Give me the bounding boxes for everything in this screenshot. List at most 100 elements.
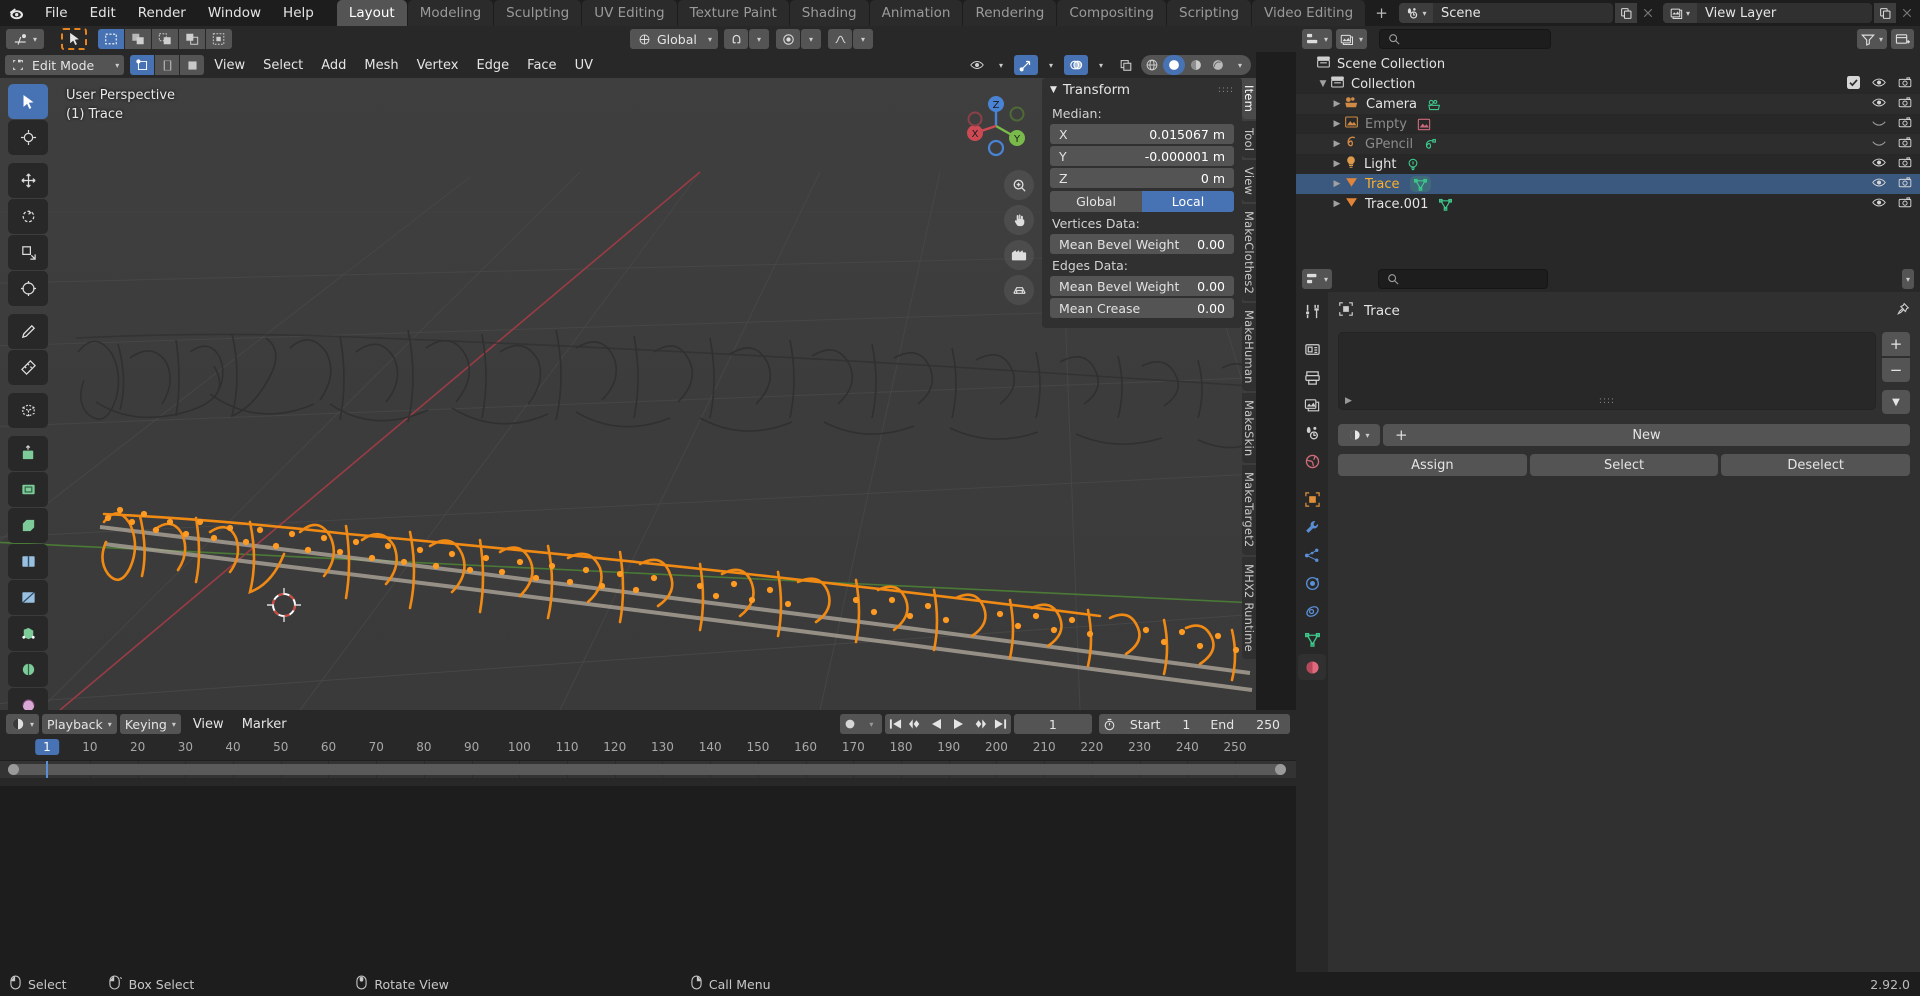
select-extend-icon[interactable]: [125, 29, 151, 49]
play-reverse-icon[interactable]: [927, 714, 948, 734]
delete-view-layer-button[interactable]: [1896, 3, 1918, 23]
jump-to-end-icon[interactable]: [990, 714, 1011, 734]
tool-measure[interactable]: [8, 350, 48, 385]
frame-start-field[interactable]: Start 1: [1120, 714, 1201, 734]
space-local-button[interactable]: Local: [1142, 191, 1234, 212]
select-subtract-icon[interactable]: [152, 29, 178, 49]
tool-inset-faces[interactable]: [8, 472, 48, 507]
timeline-keying-dropdown[interactable]: Keying ▾: [119, 714, 181, 734]
properties-editor[interactable]: ▾ ▾ Trace ▶:::: + − ▼ ▾ + New Assign Se…: [1296, 266, 1920, 972]
proportional-edit-icon[interactable]: [776, 29, 800, 49]
n-panel-tab-makeskin[interactable]: MakeSkin: [1242, 392, 1256, 464]
add-material-slot-button[interactable]: +: [1882, 332, 1910, 356]
browse-material-icon[interactable]: ▾: [1338, 424, 1380, 446]
properties-tab-material[interactable]: [1298, 654, 1326, 680]
scene-name[interactable]: Scene: [1433, 6, 1613, 21]
outliner-row-gpencil[interactable]: ▶ GPencil: [1296, 134, 1920, 154]
material-slot-list[interactable]: ▶ ::::: [1338, 332, 1876, 410]
outliner-row-empty[interactable]: ▶ Empty: [1296, 114, 1920, 134]
workspace-tab-shading[interactable]: Shading: [789, 0, 869, 26]
use-preview-range-icon[interactable]: [1099, 714, 1120, 734]
outliner-editor-type-dropdown[interactable]: ▾: [1302, 29, 1333, 49]
outliner-row-scene-collection[interactable]: Scene Collection: [1296, 54, 1920, 74]
material-preview-shading-icon[interactable]: [1185, 55, 1207, 75]
slot-list-expand-icon[interactable]: ▶: [1345, 396, 1352, 406]
properties-tab-particles[interactable]: [1298, 542, 1326, 568]
tool-spin[interactable]: [8, 652, 48, 687]
workspace-tab-texture-paint[interactable]: Texture Paint: [677, 0, 789, 26]
workspace-tab-modeling[interactable]: Modeling: [407, 0, 494, 26]
tool-add-cube[interactable]: [8, 393, 48, 428]
n-panel-header[interactable]: ▼ Transform ::::: [1042, 78, 1242, 102]
viewport-menu-add[interactable]: Add: [312, 55, 355, 75]
vertex-mean-bevel-weight-field[interactable]: Mean Bevel Weight 0.00: [1050, 234, 1234, 254]
outliner-display-mode-dropdown[interactable]: ▾: [1336, 29, 1368, 49]
jump-to-start-icon[interactable]: [885, 714, 906, 734]
disable-render-toggle[interactable]: [1898, 96, 1912, 113]
outliner-row-camera[interactable]: ▶ Camera: [1296, 94, 1920, 114]
expand-icon[interactable]: ▶: [1330, 99, 1344, 109]
snap-dropdown-icon[interactable]: ▾: [749, 29, 769, 49]
tool-bevel[interactable]: [8, 508, 48, 543]
timeline-menu-view[interactable]: View: [184, 714, 233, 734]
panel-drag-handle[interactable]: ::::: [1218, 85, 1234, 95]
mode-dropdown[interactable]: Edit Mode ▾: [5, 55, 125, 75]
toggle-orthographic-icon[interactable]: [1004, 275, 1034, 305]
select-intersect-icon[interactable]: [206, 29, 232, 49]
visibility-dropdown-icon[interactable]: ▾: [991, 55, 1011, 75]
pin-id-icon[interactable]: [1895, 302, 1910, 321]
move-view-icon[interactable]: [1004, 205, 1034, 235]
outliner-row-trace[interactable]: ▶ Trace: [1296, 174, 1920, 194]
snap-magnet-icon[interactable]: [724, 29, 748, 49]
disable-render-toggle[interactable]: [1898, 196, 1912, 213]
timeline-ruler[interactable]: 10 20 30 40 50 60 70 80 90 100 110 120 130 140 150 160 1…: [0, 738, 1296, 760]
overlays-dropdown-icon[interactable]: ▾: [1091, 55, 1111, 75]
menu-help[interactable]: Help: [272, 2, 325, 24]
timeline-track[interactable]: [0, 760, 1296, 778]
n-panel-tab-tool[interactable]: Tool: [1242, 120, 1256, 159]
viewport-menu-vertex[interactable]: Vertex: [408, 55, 468, 75]
workspace-tab-rendering[interactable]: Rendering: [963, 0, 1057, 26]
median-z-field[interactable]: Z 0 m: [1050, 168, 1234, 188]
workspace-tab-uv-editing[interactable]: UV Editing: [582, 0, 677, 26]
n-panel-tab-mhx2-runtime[interactable]: MHX2 Runtime: [1242, 556, 1256, 659]
properties-tab-world[interactable]: [1298, 448, 1326, 474]
hide-viewport-toggle[interactable]: [1872, 97, 1886, 112]
outliner-row-light[interactable]: ▶ Light: [1296, 154, 1920, 174]
solid-shading-icon[interactable]: [1163, 55, 1185, 75]
play-icon[interactable]: [948, 714, 969, 734]
shading-dropdown-icon[interactable]: ▾: [1229, 55, 1251, 75]
assign-material-button[interactable]: Assign: [1338, 454, 1527, 476]
edge-mean-crease-field[interactable]: Mean Crease 0.00: [1050, 298, 1234, 318]
deselect-material-button[interactable]: Deselect: [1721, 454, 1911, 476]
blender-logo-icon[interactable]: [0, 0, 34, 26]
workspace-tab-animation[interactable]: Animation: [869, 0, 963, 26]
select-invert-icon[interactable]: [179, 29, 205, 49]
timeline-menu-marker[interactable]: Marker: [233, 714, 296, 734]
hide-viewport-toggle[interactable]: [1872, 177, 1886, 192]
expand-icon[interactable]: ▶: [1330, 159, 1344, 169]
visibility-eye-icon[interactable]: [966, 55, 988, 75]
frame-end-field[interactable]: End 250: [1200, 714, 1290, 734]
current-frame-field[interactable]: 1: [1013, 714, 1092, 734]
tool-loop-cut[interactable]: [8, 544, 48, 579]
median-x-field[interactable]: X 0.015067 m: [1050, 124, 1234, 144]
menu-file[interactable]: File: [34, 2, 79, 24]
collection-checkbox[interactable]: [1847, 75, 1860, 93]
workspace-tab-layout[interactable]: Layout: [336, 0, 407, 26]
disable-render-toggle[interactable]: [1898, 76, 1912, 93]
properties-tab-scene[interactable]: [1298, 420, 1326, 446]
tool-rotate[interactable]: [8, 199, 48, 234]
camera-view-icon[interactable]: [1004, 240, 1034, 270]
tool-knife[interactable]: [8, 580, 48, 615]
curve-falloff-dropdown-icon[interactable]: ▾: [853, 29, 873, 49]
edge-mean-bevel-weight-field[interactable]: Mean Bevel Weight 0.00: [1050, 276, 1234, 296]
face-select-mode-icon[interactable]: [180, 55, 205, 75]
timeline-editor-type-dropdown[interactable]: ▾: [6, 714, 40, 734]
material-slot-specials-button[interactable]: ▼: [1882, 390, 1910, 414]
workspace-tab-scripting[interactable]: Scripting: [1167, 0, 1252, 26]
expand-icon[interactable]: ▶: [1330, 179, 1344, 189]
timeline-scrollbar[interactable]: [8, 764, 1286, 775]
outliner-search-input[interactable]: [1379, 29, 1552, 49]
disable-render-toggle[interactable]: [1898, 136, 1912, 153]
